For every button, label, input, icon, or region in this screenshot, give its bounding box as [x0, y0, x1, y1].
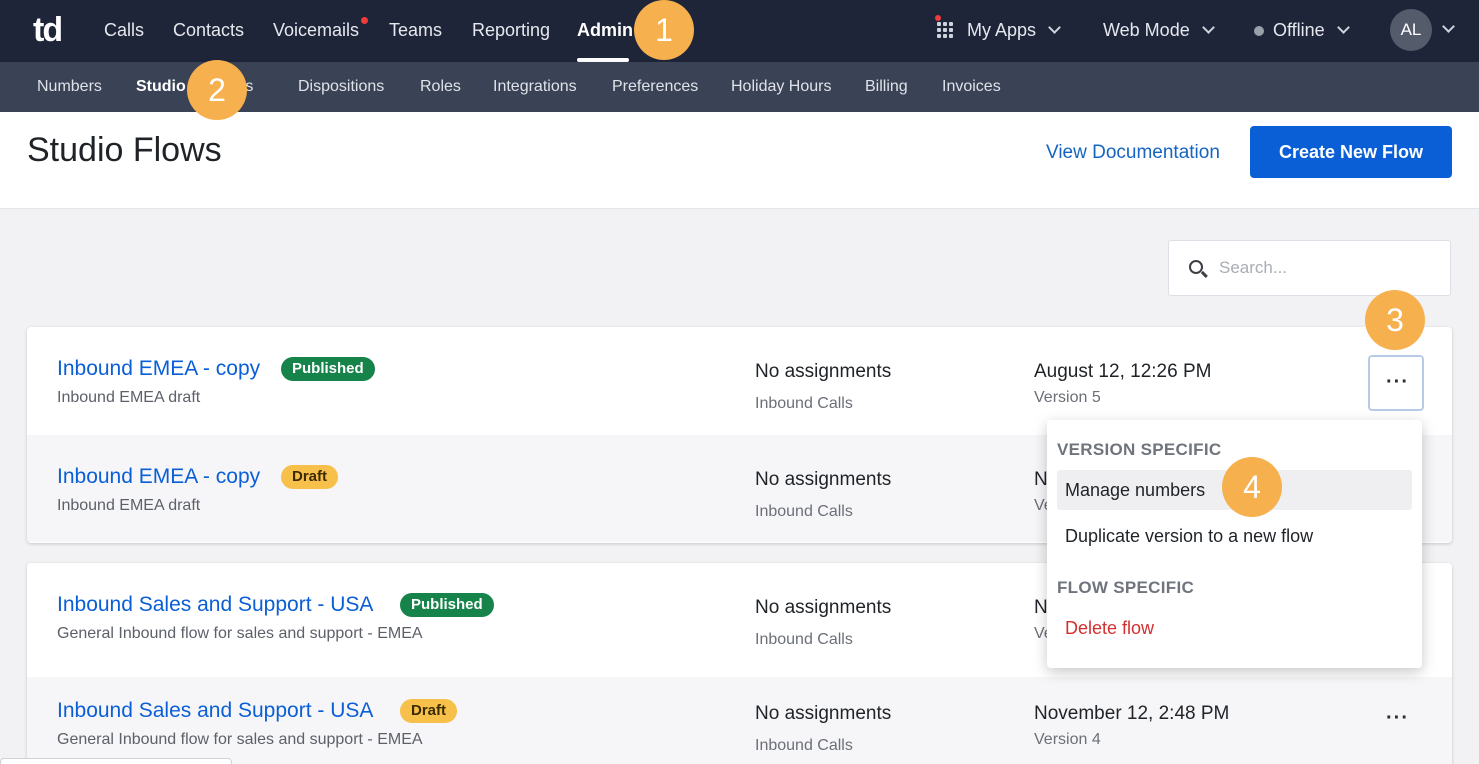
nav-reporting[interactable]: Reporting [472, 19, 550, 41]
page-header: Studio Flows View Documentation Create N… [0, 112, 1479, 209]
assignments-text: No assignments [755, 597, 892, 618]
assignments-type: Inbound Calls [755, 737, 853, 754]
more-icon: ··· [1386, 371, 1409, 393]
chevron-down-icon [1048, 21, 1061, 34]
subnav-integrations[interactable]: Integrations [493, 77, 577, 97]
status-badge: Draft [281, 465, 339, 489]
delete-flow-item[interactable]: Delete flow [1057, 608, 1412, 648]
flow-name-link[interactable]: Inbound Sales and Support - USA [57, 699, 373, 723]
assignments-text: No assignments [755, 703, 892, 724]
status-dot-icon [1254, 26, 1264, 36]
mode-dropdown[interactable]: Web Mode [1103, 19, 1215, 41]
assignments-type: Inbound Calls [755, 503, 853, 520]
my-apps-label: My Apps [967, 20, 1037, 40]
flow-row[interactable]: Inbound Sales and Support - USA Draft Ge… [27, 677, 1452, 764]
flow-name-link[interactable]: Inbound EMEA - copy [57, 465, 260, 489]
mode-label: Web Mode [1103, 20, 1190, 40]
flow-description: Inbound EMEA draft [57, 389, 201, 406]
flow-description: General Inbound flow for sales and suppo… [57, 625, 423, 642]
flow-name-link[interactable]: Inbound Sales and Support - USA [57, 593, 373, 617]
nav-contacts[interactable]: Contacts [173, 19, 244, 41]
apps-grid-icon [937, 22, 953, 38]
modified-date: N [1034, 597, 1048, 618]
bottom-panel-tab[interactable] [0, 758, 232, 764]
step-marker: 2 [187, 60, 247, 120]
subnav-preferences[interactable]: Preferences [612, 77, 698, 97]
subnav-studio[interactable]: Studio [136, 77, 186, 97]
subnav-dispositions[interactable]: Dispositions [298, 77, 384, 97]
status-badge: Published [281, 357, 375, 381]
status-dropdown[interactable]: Offline [1273, 19, 1350, 41]
more-actions-button[interactable]: ··· [1368, 691, 1424, 747]
page-title: Studio Flows [27, 131, 222, 169]
status-badge: Draft [400, 699, 458, 723]
avatar-chevron-down-icon[interactable] [1442, 20, 1455, 33]
step-marker: 3 [1365, 290, 1425, 350]
more-icon: ··· [1386, 707, 1409, 729]
flow-description: General Inbound flow for sales and suppo… [57, 731, 423, 748]
search-icon [1189, 260, 1203, 274]
subnav-numbers[interactable]: Numbers [37, 77, 102, 97]
assignments-text: No assignments [755, 361, 892, 382]
voicemail-notification-dot [361, 17, 368, 24]
nav-calls[interactable]: Calls [104, 19, 144, 41]
status-label: Offline [1273, 20, 1325, 40]
nav-voicemails[interactable]: Voicemails [273, 19, 359, 41]
version-label: Version 5 [1034, 389, 1101, 406]
menu-section-flow: FLOW SPECIFIC [1057, 578, 1195, 597]
flow-row[interactable]: Inbound EMEA - copy Published Inbound EM… [27, 327, 1452, 434]
create-new-flow-button[interactable]: Create New Flow [1250, 126, 1452, 178]
version-label: Version 4 [1034, 731, 1101, 748]
assignments-text: No assignments [755, 469, 892, 490]
view-documentation-link[interactable]: View Documentation [1046, 142, 1220, 164]
nav-admin[interactable]: Admin [577, 19, 633, 41]
avatar[interactable]: AL [1390, 9, 1432, 51]
top-nav: td Calls Contacts Voicemails Teams Repor… [0, 0, 1479, 62]
modified-date: N [1034, 469, 1048, 490]
subnav-billing[interactable]: Billing [865, 77, 908, 97]
assignments-type: Inbound Calls [755, 395, 853, 412]
step-marker: 1 [634, 0, 694, 60]
assignments-type: Inbound Calls [755, 631, 853, 648]
search-box [1168, 240, 1451, 296]
nav-teams[interactable]: Teams [389, 19, 442, 41]
logo[interactable]: td [33, 13, 63, 47]
chevron-down-icon [1336, 21, 1350, 34]
flow-description: Inbound EMEA draft [57, 497, 201, 514]
subnav-invoices[interactable]: Invoices [942, 77, 1001, 97]
flow-actions-menu: VERSION SPECIFIC Manage numbers Duplicat… [1047, 420, 1422, 668]
search-input[interactable] [1219, 255, 1439, 281]
step-marker: 4 [1222, 457, 1282, 517]
menu-section-version: VERSION SPECIFIC [1057, 440, 1222, 459]
modified-date: November 12, 2:48 PM [1034, 703, 1230, 724]
subnav-roles[interactable]: Roles [420, 77, 461, 97]
modified-date: August 12, 12:26 PM [1034, 361, 1212, 382]
status-badge: Published [400, 593, 494, 617]
my-apps-dropdown[interactable]: My Apps [967, 19, 1061, 41]
apps-notification-dot [935, 15, 941, 21]
flow-name-link[interactable]: Inbound EMEA - copy [57, 357, 260, 381]
more-actions-button[interactable]: ··· [1368, 355, 1424, 411]
subnav-holiday-hours[interactable]: Holiday Hours [731, 77, 831, 97]
chevron-down-icon [1201, 21, 1215, 34]
duplicate-version-item[interactable]: Duplicate version to a new flow [1057, 516, 1412, 556]
